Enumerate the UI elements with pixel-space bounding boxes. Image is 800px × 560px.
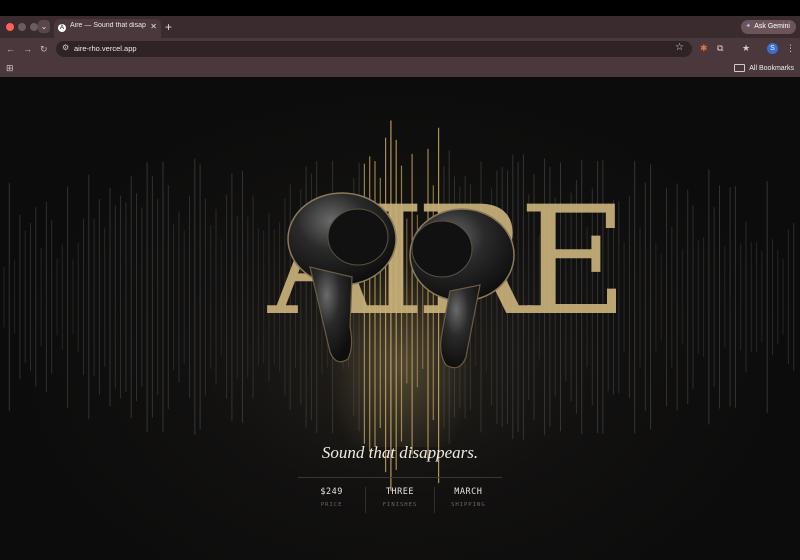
- spec-label: PRICE: [320, 502, 343, 508]
- tab-title: Aire — Sound that disappears: [70, 22, 146, 29]
- address-bar[interactable]: ⚙ aire-rho.vercel.app ☆: [56, 41, 692, 57]
- spec-value: $249: [320, 487, 343, 497]
- url-text: aire-rho.vercel.app: [74, 44, 137, 53]
- earbuds-image: [287, 192, 515, 369]
- reading-list-star-icon[interactable]: ★: [742, 43, 750, 54]
- spec-price: $249 PRICE: [298, 487, 365, 513]
- tab-search-chevron-icon[interactable]: ⌄: [38, 20, 50, 33]
- right-earbud: [409, 208, 515, 369]
- folder-icon: [734, 64, 746, 72]
- ask-gemini-label: Ask Gemini: [754, 23, 790, 30]
- gemini-spark-icon: ✦: [745, 23, 752, 30]
- close-window-button[interactable]: [6, 23, 14, 31]
- extension-icon[interactable]: ✱: [700, 43, 708, 54]
- spec-label: FINISHES: [382, 502, 418, 508]
- spec-label: SHIPPING: [451, 502, 486, 508]
- ask-gemini-button[interactable]: ✦ Ask Gemini: [741, 20, 796, 34]
- menu-kebab-icon[interactable]: ⋮: [786, 43, 795, 54]
- spec-finishes: THREE FINISHES: [365, 487, 433, 513]
- all-bookmarks-label: All Bookmarks: [749, 64, 794, 72]
- extensions-puzzle-icon[interactable]: ⧉: [717, 43, 723, 54]
- bookmark-star-icon[interactable]: ☆: [675, 42, 684, 53]
- spec-value: THREE: [385, 487, 415, 497]
- tagline: Sound that disappears.: [321, 443, 479, 462]
- forward-arrow-icon[interactable]: →: [23, 42, 32, 56]
- profile-avatar[interactable]: S: [767, 43, 778, 54]
- apps-grid-icon[interactable]: ⊞: [6, 63, 14, 74]
- tab-close-icon[interactable]: ✕: [150, 22, 157, 31]
- bookmarks-bar: ⊞ All Bookmarks: [0, 60, 800, 77]
- spec-shipping: MARCH SHIPPING: [433, 487, 502, 513]
- browser-toolbar: ← → ↻ ⚙ aire-rho.vercel.app ☆ ✱ ⧉ ★ ⋮: [0, 38, 800, 60]
- all-bookmarks-button[interactable]: All Bookmarks: [734, 64, 794, 72]
- spec-row: $249 PRICE THREE FINISHES MARCH SHIPPING: [298, 487, 502, 513]
- maximize-window-button[interactable]: [30, 23, 38, 31]
- page-content: AIRE Sound that disappears. $249 PRICE T: [0, 77, 800, 560]
- left-earbud: [287, 192, 397, 363]
- back-arrow-icon[interactable]: ←: [6, 42, 15, 56]
- tab-favicon-icon: A: [58, 24, 66, 32]
- tab-strip: ⌄ A Aire — Sound that disappears ✕ + ✦As…: [0, 16, 800, 38]
- minimize-window-button[interactable]: [18, 23, 26, 31]
- new-tab-plus-icon[interactable]: +: [165, 21, 172, 33]
- divider: [298, 477, 502, 478]
- reload-icon[interactable]: ↻: [40, 42, 48, 56]
- os-top-bar: [0, 0, 800, 16]
- tab-aire[interactable]: A Aire — Sound that disappears ✕: [54, 19, 161, 38]
- spec-value: MARCH: [454, 487, 483, 497]
- site-info-icon[interactable]: ⚙: [62, 43, 69, 52]
